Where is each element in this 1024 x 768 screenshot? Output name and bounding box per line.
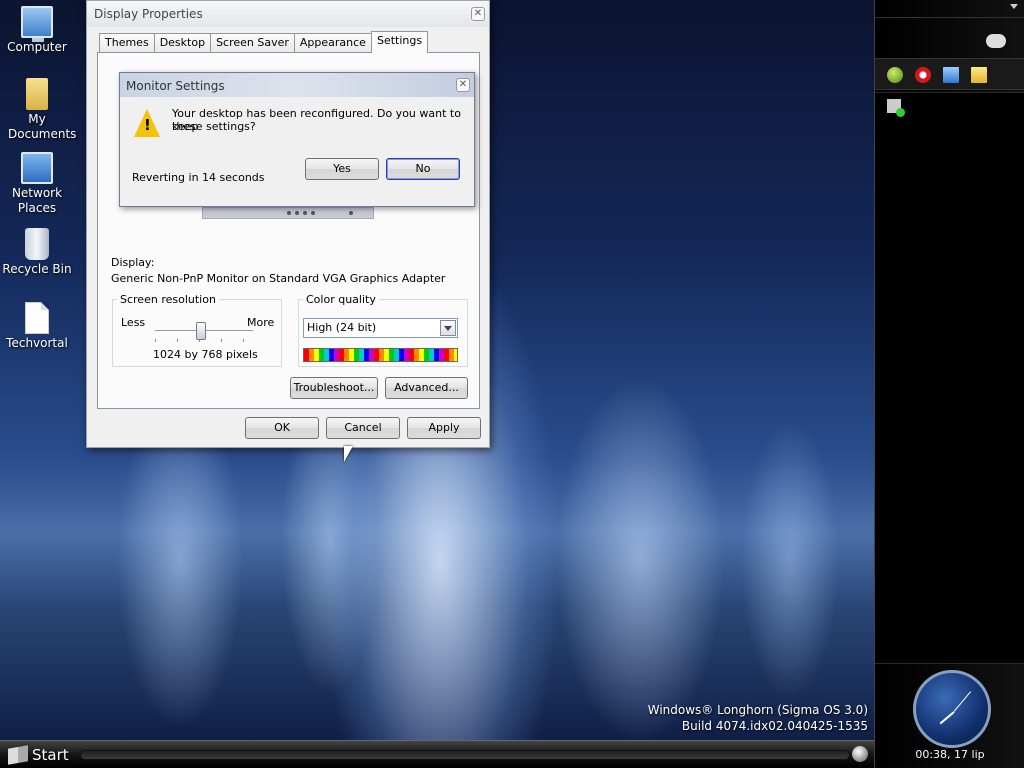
color-spectrum-preview xyxy=(303,348,458,362)
start-label: Start xyxy=(32,746,69,764)
windows-flag-icon xyxy=(8,745,28,765)
security-check-icon[interactable] xyxy=(887,99,905,117)
desktop-icon-recycle-bin[interactable]: Recycle Bin xyxy=(0,228,74,277)
indicator-dot xyxy=(287,211,291,215)
chevron-down-icon[interactable] xyxy=(1010,4,1018,9)
sidebar: 00:38, 17 lip xyxy=(874,0,1024,768)
color-quality-legend: Color quality xyxy=(306,293,376,306)
desktop-icon-label: Techvortal xyxy=(6,336,68,350)
mouse-cursor-icon xyxy=(344,446,353,462)
computer-icon xyxy=(21,6,53,42)
color-quality-group: Color quality High (24 bit) xyxy=(298,293,468,367)
resolution-more-label: More xyxy=(247,316,275,329)
indicator-dot xyxy=(349,211,353,215)
quick-launch xyxy=(875,58,1024,90)
display-adapter-text: Generic Non-PnP Monitor on Standard VGA … xyxy=(111,272,446,285)
desktop-icon-label: Network Places xyxy=(11,186,63,215)
color-quality-select[interactable]: High (24 bit) xyxy=(303,318,458,338)
dialog-message-line2: these settings? xyxy=(172,120,256,133)
yes-button[interactable]: Yes xyxy=(305,158,379,180)
no-button[interactable]: No xyxy=(386,158,460,180)
recycle-bin-icon xyxy=(25,228,49,260)
warning-exclamation: ! xyxy=(144,116,151,134)
opera-icon[interactable] xyxy=(915,67,931,83)
monitor-settings-dialog: Monitor Settings ✕ ! Your desktop has be… xyxy=(119,72,475,207)
documents-folder-icon xyxy=(26,78,48,110)
indicator-dot xyxy=(303,211,307,215)
tab-desktop[interactable]: Desktop xyxy=(153,33,212,53)
revert-countdown: Reverting in 14 seconds xyxy=(132,171,265,184)
resolution-slider-thumb[interactable] xyxy=(196,322,206,340)
window-close-button[interactable]: ✕ xyxy=(471,7,485,21)
close-icon: ✕ xyxy=(458,79,468,90)
tab-themes[interactable]: Themes xyxy=(99,33,155,53)
clock-time-text: 00:38, 17 lip xyxy=(915,748,985,761)
advanced-button[interactable]: Advanced... xyxy=(385,377,468,399)
sidebar-header xyxy=(875,0,1024,18)
tab-settings[interactable]: Settings xyxy=(370,31,429,53)
globe-icon[interactable] xyxy=(887,67,903,83)
apply-button[interactable]: Apply xyxy=(407,417,481,439)
sidebar-tiles xyxy=(875,92,1024,664)
start-button[interactable]: Start xyxy=(4,744,72,766)
clock-hour-hand xyxy=(939,711,955,725)
cancel-button[interactable]: Cancel xyxy=(326,417,400,439)
resolution-slider-ticks xyxy=(155,339,253,342)
troubleshoot-button[interactable]: Troubleshoot... xyxy=(290,377,378,399)
taskbar: Start xyxy=(0,740,874,768)
desktop-icon-label: My Documents xyxy=(8,112,77,141)
dialog-title-bar[interactable]: Monitor Settings xyxy=(120,73,474,97)
file-icon xyxy=(25,302,49,334)
window-title: Display Properties xyxy=(94,7,203,21)
screen-resolution-legend: Screen resolution xyxy=(120,293,216,306)
close-icon: ✕ xyxy=(473,8,483,19)
analog-clock[interactable] xyxy=(913,670,991,748)
resolution-less-label: Less xyxy=(121,316,146,329)
dialog-title: Monitor Settings xyxy=(126,79,225,93)
color-quality-value: High (24 bit) xyxy=(307,321,377,334)
tab-appearance[interactable]: Appearance xyxy=(293,33,372,53)
build-line-os: Windows® Longhorn (Sigma OS 3.0) xyxy=(647,703,868,717)
desktop-icon-computer[interactable]: Computer xyxy=(0,6,74,55)
network-icon xyxy=(21,152,53,184)
desktop-icon-my-documents[interactable]: My Documents xyxy=(0,78,77,142)
dialog-close-button[interactable]: ✕ xyxy=(456,78,470,92)
ok-button[interactable]: OK xyxy=(245,417,319,439)
build-watermark: Windows® Longhorn (Sigma OS 3.0) Build 4… xyxy=(648,702,868,734)
tab-strip: Themes Desktop Screen Saver Appearance S… xyxy=(99,31,429,53)
indicator-dot xyxy=(311,211,315,215)
indicator-dot xyxy=(295,211,299,215)
desktop-icon[interactable] xyxy=(943,67,959,83)
desktop-icon-label: Recycle Bin xyxy=(2,262,72,276)
taskbar-orb-icon[interactable] xyxy=(852,746,868,762)
build-line-number: Build 4074.idx02.040425-1535 xyxy=(681,719,868,733)
window-title-bar[interactable]: Display Properties xyxy=(87,1,489,27)
display-label: Display: xyxy=(111,256,155,269)
resolution-value: 1024 by 768 pixels xyxy=(153,348,258,361)
folder-icon[interactable] xyxy=(971,67,987,83)
display-properties-window: Display Properties ✕ Themes Desktop Scre… xyxy=(86,0,490,448)
desktop-icon-label: Computer xyxy=(7,40,67,54)
desktop-icon-network-places[interactable]: Network Places xyxy=(0,152,74,216)
chevron-down-icon[interactable] xyxy=(440,320,456,336)
chat-bubble-icon[interactable] xyxy=(986,34,1006,48)
tab-screen-saver[interactable]: Screen Saver xyxy=(210,33,295,53)
desktop-icon-techvortal[interactable]: Techvortal xyxy=(0,302,74,351)
clock-minute-hand xyxy=(953,691,972,712)
taskbar-track xyxy=(80,750,850,760)
screen-resolution-group: Screen resolution Less More 1024 by 768 … xyxy=(112,293,282,367)
monitor-preview-stand xyxy=(202,207,374,219)
